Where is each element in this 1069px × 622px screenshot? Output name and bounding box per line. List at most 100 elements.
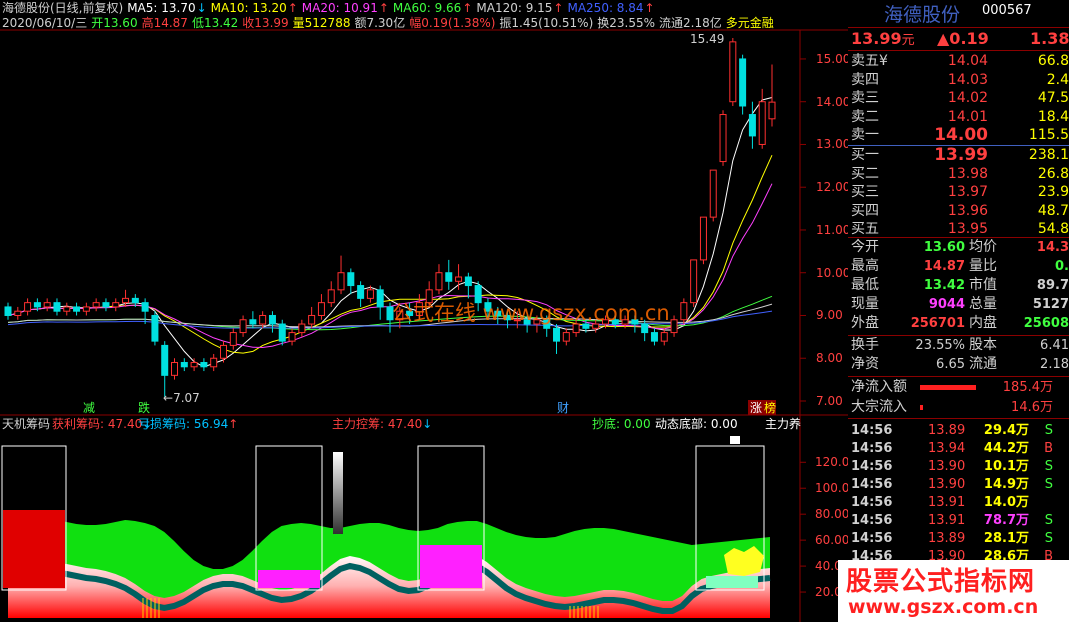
sell-volume: 2.4 — [1046, 71, 1069, 88]
tick-row: 14:56 13.90 14.9万 S — [848, 475, 1069, 494]
chip-white-bar — [333, 452, 343, 534]
candle-body — [758, 101, 766, 145]
candle-body — [739, 58, 747, 107]
candle-body — [288, 332, 296, 342]
header-line-1: 海德股份(日线,前复权) MA5: 13.70↓ MA10: 13.20↑ MA20:… — [2, 0, 659, 16]
marker-finance: 财 — [557, 401, 570, 415]
candle-body — [112, 302, 120, 308]
header-item: ↑ — [287, 1, 298, 15]
tick-price: 13.91 — [928, 495, 966, 510]
candle-body — [729, 41, 737, 103]
buy-price: 13.98 — [947, 165, 988, 182]
candle-body — [278, 323, 286, 342]
low-price-annotation: ←7.07 — [163, 391, 200, 405]
indicator-value: 抄底: 0.00 — [592, 417, 651, 431]
price-axis-label: 12.00 — [816, 180, 851, 195]
buy-volume: 26.8 — [1037, 165, 1069, 182]
sell-row: 卖三 14.02 47.5 — [848, 89, 1069, 108]
candle-body — [190, 362, 198, 368]
stat-value: 14.87 — [923, 259, 965, 274]
candle-body — [748, 114, 756, 137]
header-item: ↑ — [644, 1, 655, 15]
candle-body — [14, 310, 22, 316]
buy-volume: 48.7 — [1037, 202, 1069, 219]
sell-label: 卖二 — [851, 108, 879, 125]
watermark-corner-title: 股票公式指标网 — [846, 567, 1036, 597]
tick-price: 13.90 — [928, 459, 966, 474]
candle-body — [553, 327, 561, 342]
tick-price: 13.91 — [928, 513, 966, 528]
candle-body — [650, 332, 658, 342]
candle-body — [268, 314, 276, 325]
candle-body — [33, 302, 41, 308]
header-item: 换23.55% — [597, 16, 656, 30]
price-axis-label: 11.00 — [816, 222, 851, 237]
stat-value: 14.3 — [1036, 240, 1069, 255]
header-item: MA10: 13.20 — [210, 1, 287, 15]
stat-row: 最高 14.87 量比 0. — [848, 257, 1069, 276]
header-item: 低13.42 — [191, 16, 239, 30]
indicator-value: 动态底部: 0.00 — [655, 417, 738, 431]
tick-price: 13.94 — [928, 441, 966, 456]
tick-volume: 78.7万 — [983, 513, 1029, 528]
tick-volume: 10.1万 — [983, 459, 1029, 474]
buy-label: 买三 — [851, 184, 879, 200]
stat-value: 0. — [1055, 259, 1069, 274]
tick-time: 14:56 — [851, 531, 893, 546]
flow-label: 大宗流入 — [851, 399, 907, 415]
candle-body — [200, 362, 208, 368]
tick-row: 14:56 13.91 14.0万 — [848, 493, 1069, 512]
flow-label: 净流入额 — [851, 379, 907, 395]
tick-price: 13.90 — [928, 477, 966, 492]
marker-reduce: 减 — [83, 401, 96, 415]
buy-row: 买一 13.99 238.1 — [848, 146, 1069, 165]
stat-label: 外盘 — [851, 315, 879, 331]
sell-row: 卖二 14.01 18.4 — [848, 108, 1069, 127]
tick-time: 14:56 — [851, 513, 893, 528]
stat-label: 换手 — [851, 337, 879, 353]
price-change: ▲0.19 — [937, 29, 989, 48]
tick-side: S — [1044, 477, 1053, 492]
tick-time: 14:56 — [851, 495, 893, 510]
watermark-center: 公式在线 www.gszx.com.cn — [392, 301, 670, 325]
buy-price: 13.97 — [947, 184, 988, 200]
tick-row: 14:56 13.89 29.4万 S — [848, 421, 1069, 440]
candle-body — [4, 306, 12, 316]
candle-body — [151, 314, 159, 342]
stat-value: 9044 — [928, 297, 965, 312]
candle-body — [180, 362, 188, 368]
tick-time: 14:56 — [851, 477, 893, 492]
candle-body — [122, 297, 130, 304]
candle-body — [327, 289, 335, 304]
tick-volume: 14.9万 — [983, 477, 1029, 492]
stat-value: 23.55% — [915, 338, 965, 353]
sell-volume: 18.4 — [1037, 108, 1069, 125]
stat-value: 6.41 — [1040, 338, 1069, 353]
high-price-annotation: 15.49 — [690, 32, 725, 46]
candle-body — [308, 314, 316, 325]
flow-bar — [920, 385, 977, 390]
sell-label: 卖一 — [851, 127, 879, 143]
indicator-item: 亏损筹码: 56.94↑ — [138, 416, 238, 432]
stat-label: 今开 — [851, 239, 879, 255]
header-item: 海德股份(日线,前复权) — [2, 1, 124, 15]
price-axis-label: 9.00 — [816, 308, 843, 323]
header-item: MA60: 9.66 — [392, 1, 462, 15]
sell-row: 卖一 14.00 115.5 — [848, 126, 1069, 145]
stat-row: 今开 13.60 均价 14.3 — [848, 238, 1069, 257]
candle-body — [249, 319, 257, 325]
tick-row: 14:56 13.91 78.7万 S — [848, 511, 1069, 530]
candle-body — [660, 332, 668, 342]
header-item: 流通2.18亿 — [659, 16, 722, 30]
stat-label: 市值 — [969, 277, 997, 293]
candle-body — [298, 323, 306, 334]
tick-side: S — [1044, 423, 1053, 438]
tick-volume: 28.1万 — [983, 531, 1029, 546]
price-axis-label: 10.00 — [816, 265, 851, 280]
indicator-arrow: ↓ — [422, 417, 433, 431]
quote-panel: 海德股份 000567 13.99元 ▲0.19 1.38 卖五¥ 14.04 66… — [848, 0, 1069, 622]
chip-cyan-block — [706, 576, 758, 588]
indicator-arrow: ↑ — [228, 417, 239, 431]
buy-row: 买四 13.96 48.7 — [848, 202, 1069, 221]
candle-body — [171, 362, 179, 376]
